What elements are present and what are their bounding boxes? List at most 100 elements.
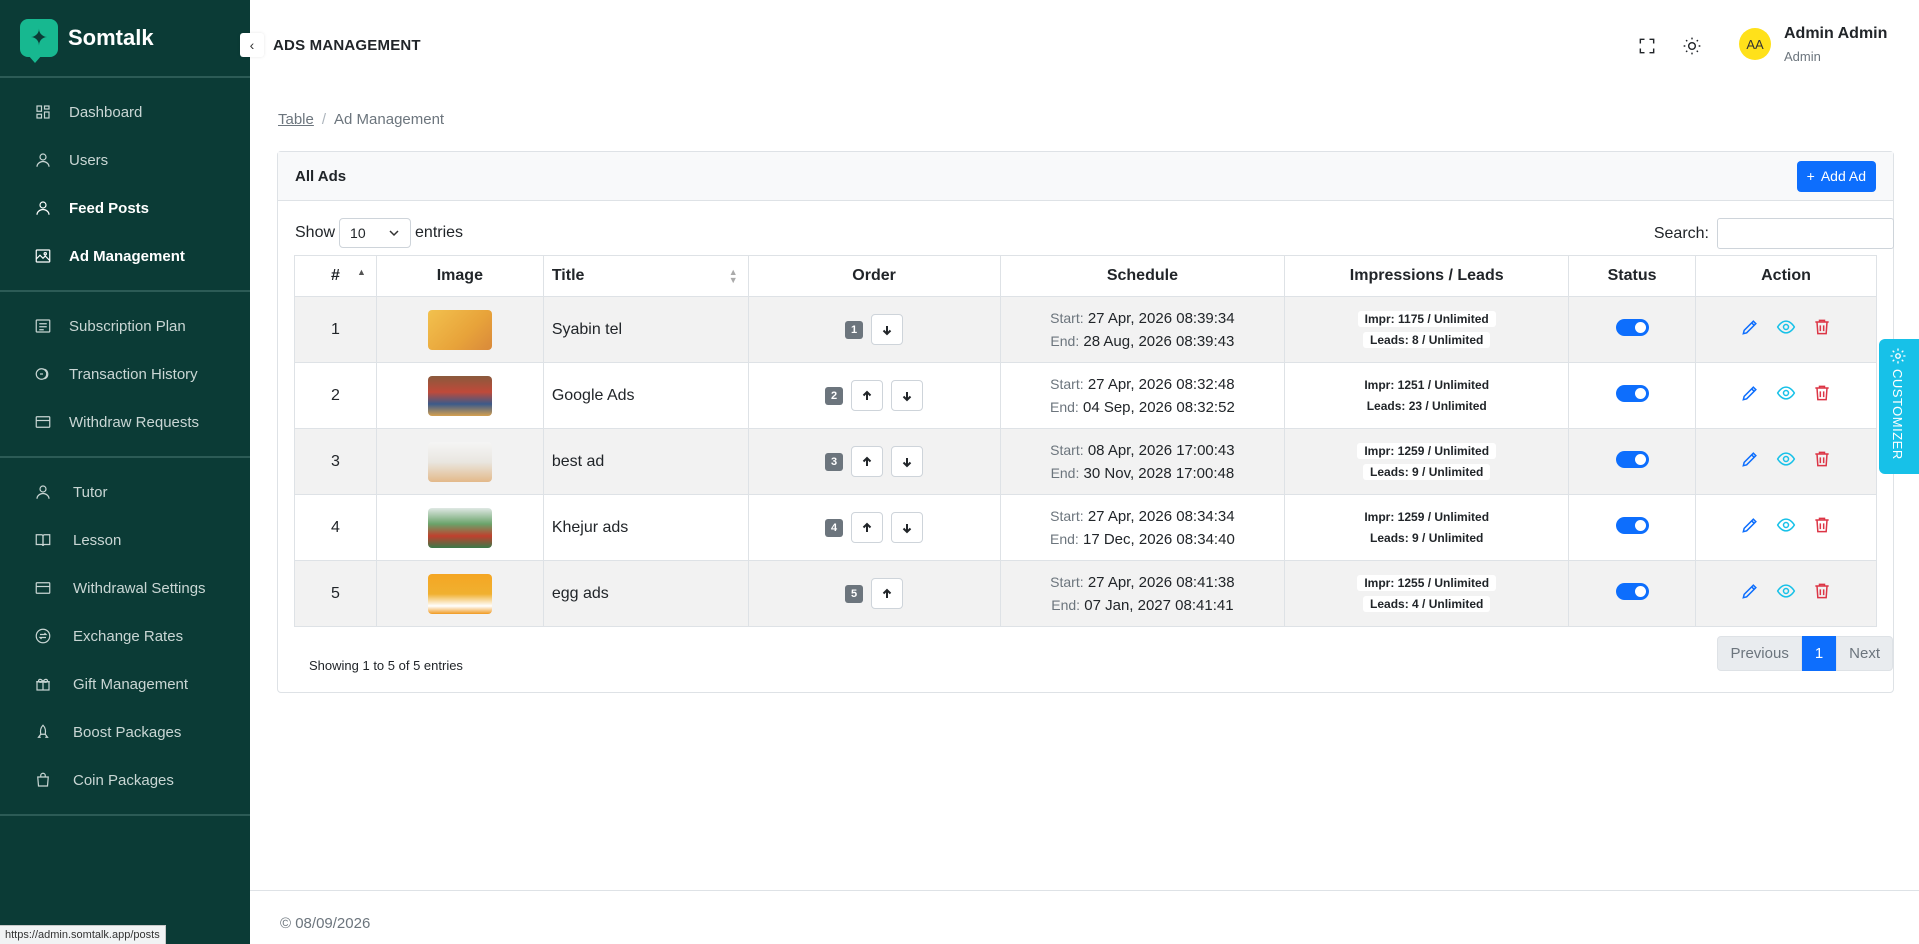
card-header: All Ads + Add Ad — [278, 152, 1893, 201]
avatar[interactable]: AA — [1739, 28, 1771, 60]
view-eye-icon[interactable] — [1776, 449, 1796, 469]
status-toggle[interactable] — [1615, 384, 1649, 402]
edit-pencil-icon[interactable] — [1740, 383, 1760, 403]
ad-thumbnail[interactable] — [427, 507, 492, 548]
delete-trash-icon[interactable] — [1812, 581, 1832, 601]
move-up-button[interactable] — [851, 512, 884, 543]
cell-image — [375, 494, 544, 561]
view-eye-icon[interactable] — [1776, 515, 1796, 535]
sidebar-item-users[interactable]: Users — [0, 136, 250, 184]
status-bar-url: https://admin.somtalk.app/posts — [0, 925, 166, 944]
ad-thumbnail[interactable] — [427, 441, 492, 482]
ad-thumbnail[interactable] — [427, 375, 492, 416]
delete-trash-icon[interactable] — [1812, 515, 1832, 535]
table-row: 3 best ad 3 Start: 08 Apr, 2026 17:00:43 End… — [294, 428, 1877, 495]
delete-trash-icon[interactable] — [1812, 449, 1832, 469]
brand-logo-glyph: ✦ — [29, 25, 49, 50]
move-down-button[interactable] — [891, 380, 924, 411]
cell-schedule: Start: 08 Apr, 2026 17:00:43 End: 30 Nov,… — [999, 428, 1286, 495]
status-toggle[interactable] — [1615, 582, 1649, 600]
theme-toggle-sun-icon[interactable] — [1681, 35, 1703, 57]
cell-number: 3 — [294, 428, 377, 495]
sidebar-item-withdraw-requests[interactable]: Withdraw Requests — [0, 398, 250, 446]
col-header-title[interactable]: Title ▲ ▼ — [542, 255, 749, 297]
cell-title: Google Ads — [542, 362, 749, 429]
edit-pencil-icon[interactable] — [1740, 581, 1760, 601]
brand[interactable]: ✦ Somtalk — [0, 0, 250, 78]
leads-badge: Leads: 23 / Unlimited — [1359, 397, 1494, 414]
move-down-button[interactable] — [871, 314, 904, 345]
leads-badge: Leads: 9 / Unlimited — [1363, 529, 1491, 546]
sidebar-item-coin-packages[interactable]: Coin Packages — [0, 756, 250, 804]
start-label: Start: — [1050, 573, 1084, 590]
pagination: Previous 1 Next — [1717, 636, 1893, 671]
sidebar-item-subscription-plan[interactable]: Subscription Plan — [0, 302, 250, 350]
ad-thumbnail[interactable] — [427, 309, 492, 350]
status-toggle[interactable] — [1615, 450, 1649, 468]
sidebar-item-transaction-history[interactable]: Transaction History — [0, 350, 250, 398]
breadcrumb-link-table[interactable]: Table — [278, 111, 314, 128]
cell-number: 5 — [294, 560, 377, 627]
sidebar-item-lesson[interactable]: Lesson — [0, 516, 250, 564]
arrow-up-icon — [861, 522, 873, 534]
entries-select[interactable]: 10 — [339, 218, 412, 248]
rocket-icon — [33, 722, 53, 742]
impressions-badge: Impr: 1259 / Unlimited — [1357, 442, 1497, 459]
customizer-tab[interactable]: CUSTOMIZER — [1879, 339, 1919, 474]
sidebar-item-withdrawal-settings[interactable]: Withdrawal Settings — [0, 564, 250, 612]
view-eye-icon[interactable] — [1776, 317, 1796, 337]
cell-impressions: Impr: 1259 / Unlimited Leads: 9 / Unlimit… — [1284, 428, 1570, 495]
edit-pencil-icon[interactable] — [1740, 449, 1760, 469]
ad-thumbnail[interactable] — [427, 573, 492, 614]
pagination-previous[interactable]: Previous — [1717, 636, 1802, 671]
table-row: 4 Khejur ads 4 Start: 27 Apr, 2026 08:34:34… — [294, 494, 1877, 561]
search-input[interactable] — [1717, 218, 1894, 249]
pagination-next[interactable]: Next — [1836, 636, 1893, 671]
view-eye-icon[interactable] — [1776, 581, 1796, 601]
pagination-page-1[interactable]: 1 — [1801, 636, 1837, 671]
edit-pencil-icon[interactable] — [1740, 515, 1760, 535]
cell-action — [1695, 296, 1877, 363]
show-label: Show — [295, 224, 336, 241]
col-header-order: Order — [747, 255, 1001, 297]
sidebar-item-boost-packages[interactable]: Boost Packages — [0, 708, 250, 756]
col-header-number[interactable]: # ▲ — [294, 255, 377, 297]
table-info: Showing 1 to 5 of 5 entries — [309, 658, 463, 673]
sidebar-collapse-button[interactable]: ‹ — [240, 33, 264, 57]
brand-logo-icon: ✦ — [20, 19, 58, 63]
impressions-badge: Impr: 1259 / Unlimited — [1357, 508, 1497, 525]
order-badge: 2 — [825, 386, 844, 405]
move-down-button[interactable] — [891, 512, 924, 543]
move-up-button[interactable] — [851, 380, 884, 411]
move-up-button[interactable] — [851, 446, 884, 477]
delete-trash-icon[interactable] — [1812, 317, 1832, 337]
cell-order: 1 — [747, 296, 1001, 363]
start-date: 27 Apr, 2026 08:34:34 — [1087, 507, 1235, 525]
user-icon — [33, 150, 53, 170]
book-icon — [33, 530, 53, 550]
table-row: 1 Syabin tel 1 Start: 27 Apr, 2026 08:39:34… — [294, 296, 1877, 363]
view-eye-icon[interactable] — [1776, 383, 1796, 403]
move-down-button[interactable] — [891, 446, 924, 477]
sidebar-item-exchange-rates[interactable]: Exchange Rates — [0, 612, 250, 660]
sidebar-item-ad-management[interactable]: Ad Management — [0, 232, 250, 280]
card-icon — [33, 412, 53, 432]
start-label: Start: — [1050, 441, 1084, 458]
table-header-row: # ▲ Image Title ▲ ▼ Order Schedule Impressi… — [294, 255, 1877, 297]
start-date: 27 Apr, 2026 08:39:34 — [1087, 309, 1235, 327]
user-name[interactable]: Admin Admin — [1784, 25, 1887, 43]
move-up-button[interactable] — [871, 578, 904, 609]
fullscreen-icon[interactable] — [1636, 35, 1658, 57]
sidebar-item-dashboard[interactable]: Dashboard — [0, 88, 250, 136]
list-icon — [33, 316, 53, 336]
cell-action — [1695, 494, 1877, 561]
edit-pencil-icon[interactable] — [1740, 317, 1760, 337]
status-toggle[interactable] — [1615, 318, 1649, 336]
sidebar-item-feed-posts[interactable]: Feed Posts — [0, 184, 250, 232]
sidebar-item-gift-management[interactable]: Gift Management — [0, 660, 250, 708]
cell-title: Syabin tel — [542, 296, 749, 363]
sidebar-item-tutor[interactable]: Tutor — [0, 468, 250, 516]
delete-trash-icon[interactable] — [1812, 383, 1832, 403]
status-toggle[interactable] — [1615, 516, 1649, 534]
add-ad-button[interactable]: + Add Ad — [1796, 160, 1876, 192]
